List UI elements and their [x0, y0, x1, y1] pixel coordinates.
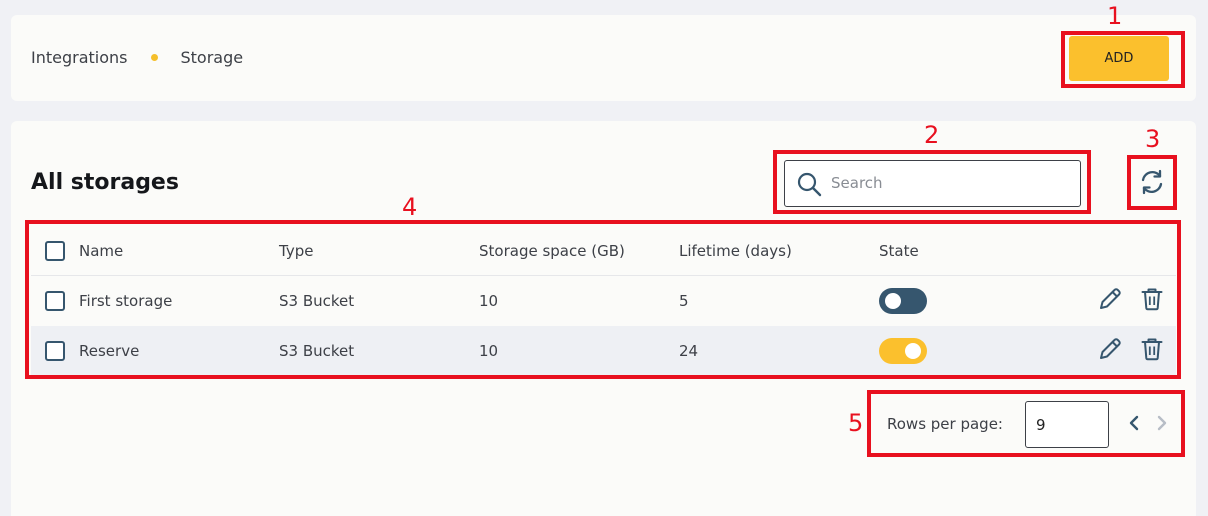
annotation-label-4: 4	[402, 193, 418, 221]
annotation-label-5: 5	[848, 409, 864, 437]
breadcrumb: Integrations Storage	[31, 48, 243, 67]
annotation-label-2: 2	[924, 121, 940, 149]
breadcrumb-item-integrations[interactable]: Integrations	[31, 48, 128, 67]
annotation-box-4	[25, 220, 1181, 379]
annotation-box-3	[1127, 155, 1177, 210]
annotation-box-2	[773, 150, 1091, 214]
annotation-box-5	[867, 390, 1185, 457]
breadcrumb-item-storage: Storage	[180, 48, 244, 67]
page-title: All storages	[31, 170, 179, 195]
header-card: Integrations Storage ADD	[11, 15, 1196, 101]
annotation-label-3: 3	[1145, 125, 1161, 153]
annotation-label-1: 1	[1107, 2, 1123, 30]
annotation-box-1	[1061, 31, 1185, 88]
breadcrumb-separator-dot	[150, 54, 158, 61]
